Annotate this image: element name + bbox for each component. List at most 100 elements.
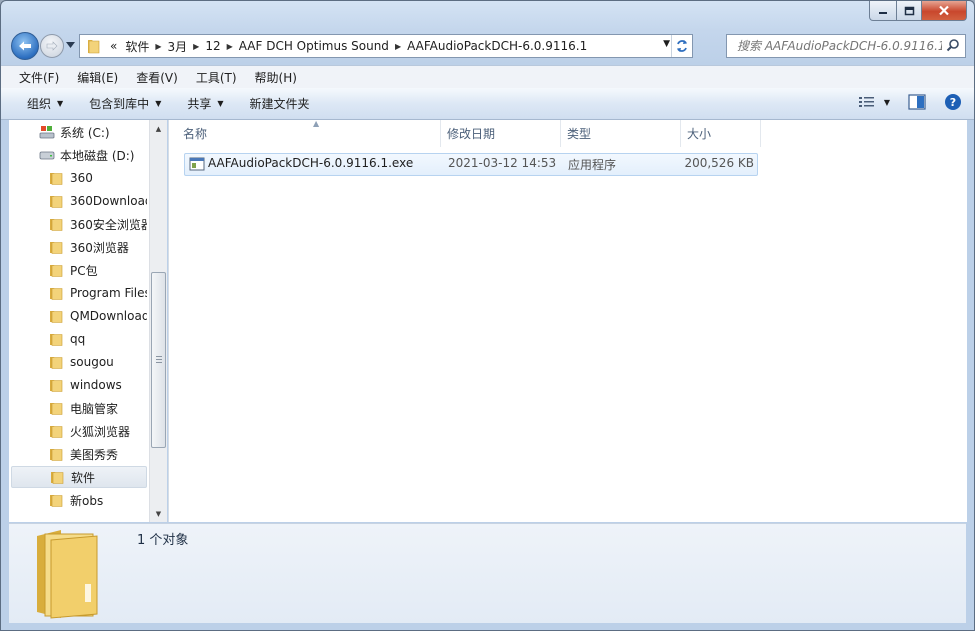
column-header-type[interactable]: 类型 bbox=[561, 120, 681, 147]
view-controls: ▼ ? bbox=[858, 93, 962, 111]
chevron-down-icon: ▼ bbox=[155, 99, 162, 108]
new-folder-button[interactable]: 新建文件夹 bbox=[241, 95, 319, 112]
nav-item[interactable]: 美图秀秀 bbox=[11, 443, 147, 465]
navigation-row: « 软件 ▶ 3月 ▶ 12 ▶ AAF DCH Optimus Sound ▶… bbox=[9, 32, 966, 60]
file-type: 应用程序 bbox=[568, 158, 617, 172]
nav-item[interactable]: 本地磁盘 (D:) bbox=[11, 144, 147, 166]
search-input[interactable] bbox=[735, 38, 944, 54]
search-icon[interactable] bbox=[946, 38, 960, 52]
back-button[interactable] bbox=[11, 32, 39, 60]
folder-large-icon bbox=[37, 530, 98, 619]
nav-item[interactable]: QMDownload bbox=[11, 305, 147, 327]
nav-item[interactable]: 360 bbox=[11, 167, 147, 189]
folder-icon bbox=[50, 334, 63, 346]
nav-scrollbar[interactable]: ▲ ▼ bbox=[149, 120, 167, 522]
refresh-button[interactable] bbox=[671, 35, 692, 57]
preview-pane-icon[interactable] bbox=[908, 94, 926, 110]
drive-icon bbox=[39, 151, 55, 160]
arrow-right-icon bbox=[46, 41, 58, 51]
chevron-right-icon[interactable]: ▶ bbox=[153, 42, 163, 51]
column-size-label: 大小 bbox=[687, 127, 712, 141]
address-segment-1[interactable]: 软件 bbox=[121, 38, 153, 55]
column-header-size[interactable]: 大小 bbox=[681, 120, 761, 147]
navigation-pane: 系统 (C:) 本地磁盘 (D:) 360 360Downloads 360安全浏览器 3… bbox=[9, 120, 167, 522]
menu-edit[interactable]: 编辑(E) bbox=[68, 69, 127, 86]
search-box bbox=[726, 34, 966, 58]
include-library-button[interactable]: 包含到库中 ▼ bbox=[80, 95, 170, 112]
folder-tree: 系统 (C:) 本地磁盘 (D:) 360 360Downloads 360安全浏览器 3… bbox=[9, 120, 150, 522]
nav-item[interactable]: sougou bbox=[11, 351, 147, 373]
folder-icon bbox=[50, 311, 63, 323]
file-name: AAFAudioPackDCH-6.0.9116.1.exe bbox=[208, 156, 414, 170]
chevron-right-icon[interactable]: ▶ bbox=[393, 42, 403, 51]
nav-item[interactable]: 火狐浏览器 bbox=[11, 420, 147, 442]
exe-file-icon bbox=[189, 157, 205, 171]
nav-item[interactable]: 360浏览器 bbox=[11, 236, 147, 258]
nav-item-label: 美图秀秀 bbox=[70, 447, 119, 462]
folder-icon bbox=[50, 288, 63, 300]
nav-item[interactable]: 软件 bbox=[11, 466, 147, 488]
scroll-up-icon[interactable]: ▲ bbox=[150, 120, 167, 137]
new-folder-label: 新建文件夹 bbox=[249, 97, 310, 111]
folder-icon bbox=[51, 472, 64, 484]
folder-icon bbox=[50, 265, 63, 277]
include-library-label: 包含到库中 bbox=[89, 97, 150, 111]
nav-item[interactable]: 360Downloads bbox=[11, 190, 147, 212]
address-history-dropdown[interactable]: ▼ bbox=[663, 39, 670, 49]
nav-item[interactable]: Program Files bbox=[11, 282, 147, 304]
organize-button[interactable]: 组织 ▼ bbox=[18, 95, 72, 112]
file-size: 200,526 KB bbox=[684, 156, 754, 170]
menu-tools[interactable]: 工具(T) bbox=[187, 69, 246, 86]
address-overflow[interactable]: « bbox=[106, 39, 121, 53]
column-header-name[interactable]: 名称 ▲ bbox=[177, 119, 441, 147]
menu-view[interactable]: 查看(V) bbox=[127, 69, 187, 86]
nav-item[interactable]: 电脑管家 bbox=[11, 397, 147, 419]
address-segment-3[interactable]: 12 bbox=[201, 39, 224, 53]
share-button[interactable]: 共享 ▼ bbox=[178, 95, 232, 112]
chevron-down-icon bbox=[66, 42, 75, 48]
folder-icon bbox=[50, 380, 63, 392]
scroll-down-icon[interactable]: ▼ bbox=[150, 505, 167, 522]
scroll-thumb[interactable] bbox=[151, 272, 166, 448]
details-pane: 1 个对象 bbox=[9, 523, 966, 623]
folder-icon bbox=[50, 426, 63, 438]
share-label: 共享 bbox=[187, 97, 212, 111]
close-button[interactable] bbox=[922, 1, 967, 21]
nav-item-label: windows bbox=[70, 378, 122, 392]
nav-item[interactable]: 系统 (C:) bbox=[11, 121, 147, 143]
minimize-button[interactable] bbox=[869, 1, 897, 21]
help-icon[interactable]: ? bbox=[944, 93, 962, 111]
menu-help[interactable]: 帮助(H) bbox=[246, 69, 306, 86]
folder-icon bbox=[50, 495, 63, 507]
recent-pages-button[interactable] bbox=[66, 40, 75, 50]
explorer-window: « 软件 ▶ 3月 ▶ 12 ▶ AAF DCH Optimus Sound ▶… bbox=[0, 0, 975, 631]
view-details-icon[interactable] bbox=[858, 95, 876, 109]
column-header-modified[interactable]: 修改日期 bbox=[441, 120, 561, 147]
nav-item[interactable]: 360安全浏览器 bbox=[11, 213, 147, 235]
nav-item[interactable]: 新obs bbox=[11, 489, 147, 511]
maximize-button[interactable] bbox=[897, 1, 922, 21]
nav-item-label: 360安全浏览器 bbox=[70, 217, 147, 232]
maximize-icon bbox=[904, 6, 914, 15]
address-segment-2[interactable]: 3月 bbox=[164, 38, 192, 55]
file-modified: 2021-03-12 14:53 bbox=[448, 156, 557, 170]
nav-item-label: 360 bbox=[70, 171, 93, 185]
nav-item[interactable]: PC包 bbox=[11, 259, 147, 281]
chevron-right-icon[interactable]: ▶ bbox=[225, 42, 235, 51]
item-count: 1 个对象 bbox=[137, 533, 189, 548]
sort-ascending-icon: ▲ bbox=[313, 119, 320, 128]
chevron-right-icon[interactable]: ▶ bbox=[191, 42, 201, 51]
nav-item-label: 电脑管家 bbox=[70, 401, 119, 416]
address-segment-4[interactable]: AAF DCH Optimus Sound bbox=[235, 39, 393, 53]
nav-item[interactable]: qq bbox=[11, 328, 147, 350]
nav-item-label: sougou bbox=[70, 355, 114, 369]
address-bar[interactable]: « 软件 ▶ 3月 ▶ 12 ▶ AAF DCH Optimus Sound ▶… bbox=[79, 34, 693, 58]
forward-button[interactable] bbox=[40, 34, 64, 58]
menu-file[interactable]: 文件(F) bbox=[10, 69, 68, 86]
address-segment-5[interactable]: AAFAudioPackDCH-6.0.9116.1 bbox=[403, 39, 591, 53]
nav-item-label: PC包 bbox=[70, 263, 98, 278]
file-row[interactable]: AAFAudioPackDCH-6.0.9116.1.exe 2021-03-1… bbox=[184, 153, 758, 176]
folder-icon bbox=[50, 196, 63, 208]
view-options-dropdown[interactable]: ▼ bbox=[884, 98, 890, 107]
nav-item[interactable]: windows bbox=[11, 374, 147, 396]
